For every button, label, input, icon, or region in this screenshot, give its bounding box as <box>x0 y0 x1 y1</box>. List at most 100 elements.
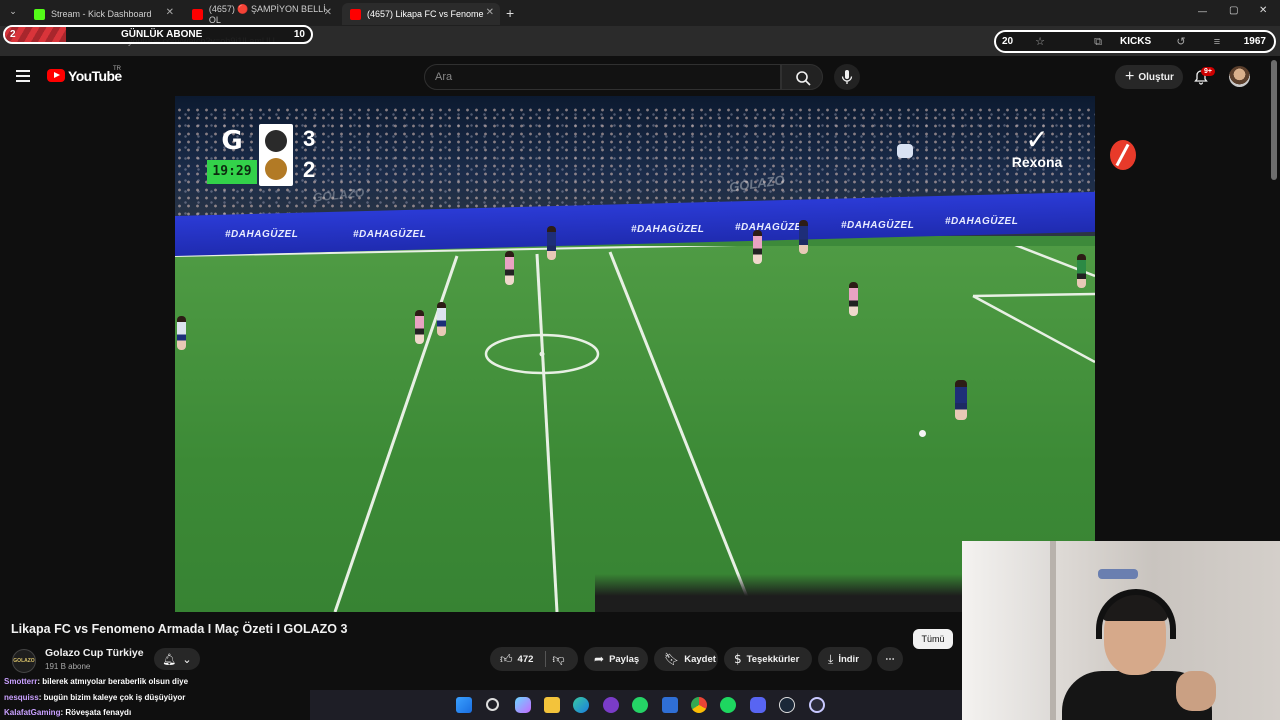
check-icon: ✓ <box>1025 123 1049 156</box>
chat-text: : Röveşata fenaydı <box>60 708 132 717</box>
chat-username: Smotterr <box>4 677 38 686</box>
country-code: TR <box>113 66 121 72</box>
history-icon[interactable]: ↺ <box>1175 36 1187 48</box>
close-icon[interactable]: ✕ <box>486 7 494 18</box>
ad-board-text: #DAHAGÜZEL <box>353 229 427 240</box>
page-scrollbar[interactable] <box>1271 60 1277 180</box>
like-button[interactable]: 👍︎ 472 👎︎ <box>490 647 578 671</box>
close-icon[interactable]: ✕ <box>166 7 174 18</box>
thumbs-down-icon[interactable]: 👎︎ <box>552 652 564 667</box>
away-score: 2 <box>303 157 316 182</box>
chat-text: : bugün bizim kaleye çok iş düşüyüyor <box>38 693 186 702</box>
player-pink <box>505 251 514 285</box>
close-icon[interactable]: ✕ <box>324 7 332 18</box>
obs-icon[interactable] <box>809 697 825 713</box>
goal-target: 10 <box>293 29 305 40</box>
filter-chip-all[interactable]: Tümü <box>913 629 953 649</box>
save-label: Kaydet <box>684 653 716 665</box>
tab-label: (4657) Likapa FC vs Fenome <box>367 9 484 19</box>
player-pink <box>849 282 858 316</box>
video-player[interactable]: #DAHAGÜZEL #DAHAGÜZEL #DAHAGÜZEL #DAHAGÜ… <box>175 96 1095 612</box>
copilot-icon[interactable] <box>515 697 531 713</box>
like-count: 472 <box>517 653 534 665</box>
download-button[interactable]: ⤓ İndir <box>818 647 872 671</box>
kicks-label: KICKS <box>1120 36 1152 47</box>
kicks-total: 1967 <box>1243 36 1266 47</box>
youtube-logo-icon[interactable] <box>47 69 65 82</box>
webcam-shelf-item <box>1098 569 1138 579</box>
extension-icon[interactable]: ⧉ <box>1092 36 1104 48</box>
save-button[interactable]: 🔖︎ Kaydet <box>654 647 718 671</box>
pitch <box>175 232 1095 612</box>
more-actions-button[interactable]: ⋯ <box>877 647 903 671</box>
bookmark-icon: 🔖︎ <box>664 652 680 666</box>
feather-logo-icon <box>1110 140 1136 170</box>
tab-search-dropdown[interactable]: ⌄ <box>6 6 20 20</box>
tab-kick-dashboard[interactable]: Stream - Kick Dashboard ✕ <box>26 3 180 25</box>
player-striped <box>177 316 186 350</box>
thanks-button[interactable]: $ Teşekkürler <box>724 647 812 671</box>
more-icon: ⋯ <box>885 653 895 665</box>
create-button[interactable]: + Oluştur <box>1115 65 1183 89</box>
plus-icon: + <box>1125 68 1135 85</box>
webcam-door-frame <box>1050 541 1056 720</box>
search-icon[interactable] <box>486 698 499 711</box>
pitch-lines <box>175 232 1095 612</box>
folder-icon[interactable] <box>544 697 560 713</box>
match-clock: 19:29 <box>207 160 257 184</box>
channel-name[interactable]: Golazo Cup Türkiye <box>45 647 144 659</box>
spotify-icon[interactable] <box>720 697 736 713</box>
ad-board-text: #DAHAGÜZEL <box>735 222 809 233</box>
reading-list-icon[interactable]: ≡ <box>1211 36 1223 48</box>
webcam-background-door <box>962 541 1052 720</box>
ad-board-text: #DAHAGÜZEL <box>631 224 705 235</box>
create-label: Oluştur <box>1138 71 1174 83</box>
edge-icon[interactable] <box>573 697 589 713</box>
headset-icon <box>1096 589 1176 639</box>
hamburger-menu-icon[interactable] <box>16 70 30 82</box>
channel-avatar[interactable]: GOLAZO <box>12 649 36 673</box>
account-avatar[interactable] <box>1229 66 1250 87</box>
sponsor-name: Rexona <box>1011 154 1063 170</box>
youtube-icon <box>350 8 361 20</box>
chrome-icon[interactable] <box>691 697 707 713</box>
new-tab-button[interactable]: + <box>506 5 514 21</box>
thumbs-up-icon: 👍︎ <box>500 651 513 666</box>
player-pink <box>753 230 762 264</box>
steam-icon[interactable] <box>779 697 795 713</box>
search-input[interactable] <box>425 65 780 89</box>
chat-message: Smotterr: bilerek atmıyolar beraberlik o… <box>4 677 188 686</box>
windows-icon[interactable] <box>456 697 472 713</box>
webcam-overlay <box>962 541 1280 720</box>
share-button[interactable]: ➦ Paylaş <box>584 647 648 671</box>
player-number-5 <box>955 380 967 420</box>
like-dislike-divider <box>545 651 546 667</box>
discord-icon[interactable] <box>750 697 766 713</box>
microphone-icon <box>841 70 853 84</box>
chat-message: KalafatGaming: Röveşata fenaydı <box>4 708 131 717</box>
app-icon[interactable] <box>603 697 619 713</box>
chat-text: : bilerek atmıyolar beraberlik olsun diy… <box>37 677 189 686</box>
tab-likapa-vs-fenomeno[interactable]: (4657) Likapa FC vs Fenome ✕ <box>342 3 500 25</box>
subscriber-count: 191 B abone <box>45 662 91 671</box>
scoreboard: G 3 2 19:29 <box>207 124 327 188</box>
minimize-button[interactable]: — <box>1198 6 1207 16</box>
team-crests <box>259 124 293 186</box>
close-window-button[interactable]: ✕ <box>1259 5 1267 16</box>
voice-search-button[interactable] <box>834 64 860 90</box>
search-button[interactable] <box>781 64 823 90</box>
star-bookmark-icon[interactable]: ☆ <box>1034 36 1046 48</box>
chevron-down-icon: ⌄ <box>182 653 192 666</box>
subscription-bell-button[interactable]: 🔔︎ ⌄ <box>154 648 200 670</box>
player-striped <box>437 302 446 336</box>
tab-sampiyon[interactable]: (4657) 🔴 ŞAMPİYON BELLİ OL ✕ <box>184 3 338 25</box>
league-logo: G <box>221 126 243 156</box>
tab-label: Stream - Kick Dashboard <box>51 9 152 19</box>
whatsapp-icon[interactable] <box>632 697 648 713</box>
store-icon[interactable] <box>662 697 678 713</box>
ad-board-text: #DAHAGÜZEL <box>225 229 299 240</box>
download-label: İndir <box>838 653 859 665</box>
chat-username: nesquiss <box>4 693 39 702</box>
tab-label: (4657) 🔴 ŞAMPİYON BELLİ OL <box>208 3 326 25</box>
maximize-button[interactable]: ▢ <box>1229 5 1238 16</box>
